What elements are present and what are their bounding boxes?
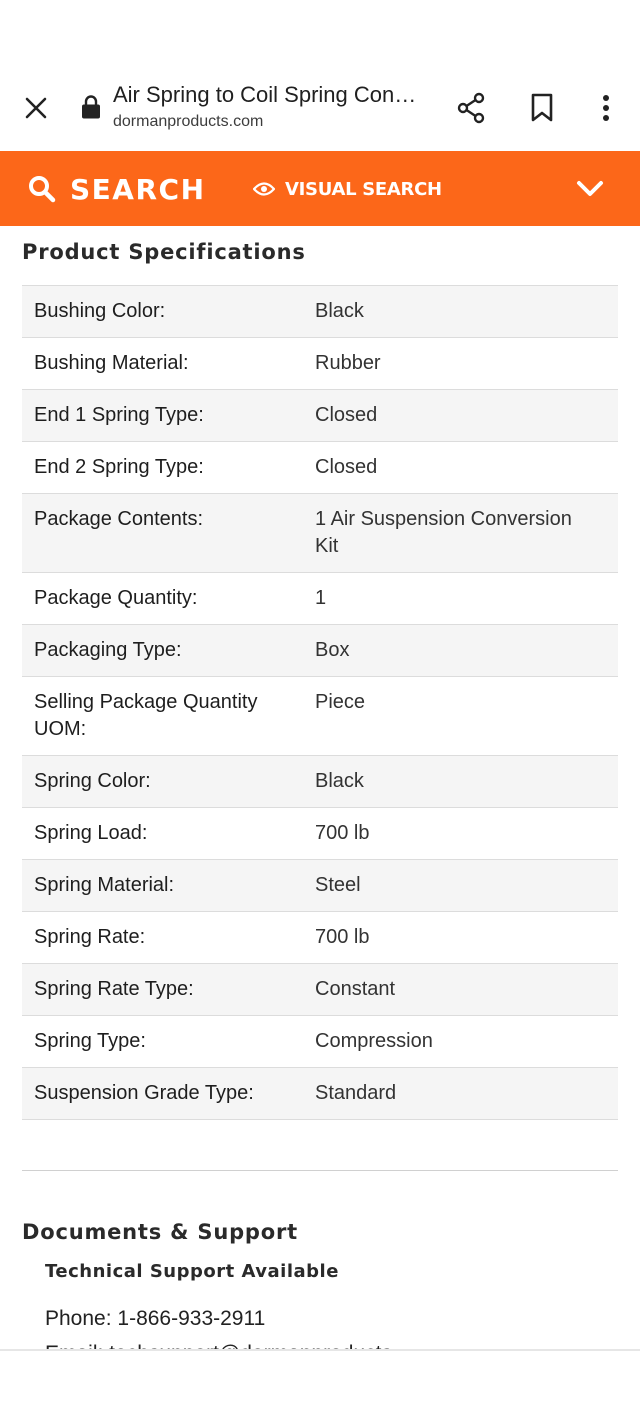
product-specifications-heading: Product Specifications — [22, 240, 306, 264]
spec-row: Package Quantity: 1 — [22, 573, 618, 625]
spec-row: End 2 Spring Type: Closed — [22, 442, 618, 494]
spec-row: Spring Rate Type: Constant — [22, 964, 618, 1016]
spec-label: Bushing Color: — [34, 300, 166, 322]
spec-row: Bushing Material: Rubber — [22, 338, 618, 390]
spec-row: Package Contents: 1 Air Suspension Conver… — [22, 494, 618, 573]
more-vert-icon — [603, 95, 609, 121]
spec-label: Selling Package Quantity UOM: — [34, 691, 258, 740]
share-icon — [457, 92, 485, 124]
spec-row: Packaging Type: Box — [22, 625, 618, 677]
visual-search-button[interactable]: VISUAL SEARCH — [253, 171, 442, 207]
chevron-down-icon — [577, 181, 603, 196]
documents-support-heading: Documents & Support — [22, 1220, 298, 1244]
close-tab-button[interactable] — [18, 90, 54, 126]
share-button[interactable] — [452, 88, 490, 128]
spec-value: Black — [315, 770, 364, 792]
site-search-bar: SEARCH VISUAL SEARCH — [0, 151, 640, 226]
spec-label: Spring Type: — [34, 1030, 146, 1052]
spec-value: Steel — [315, 874, 361, 896]
spec-row: End 1 Spring Type: Closed — [22, 390, 618, 442]
spec-value: Standard — [315, 1082, 397, 1104]
section-divider — [22, 1170, 618, 1171]
more-options-button[interactable] — [590, 88, 622, 128]
spec-row: Spring Color: Black — [22, 756, 618, 808]
spec-value: Closed — [315, 456, 378, 478]
spec-value: Closed — [315, 404, 378, 426]
spec-row: Spring Load: 700 lb — [22, 808, 618, 860]
spec-value: 1 — [315, 587, 327, 609]
eye-icon — [253, 182, 275, 196]
spec-label: Suspension Grade Type: — [34, 1082, 254, 1104]
spec-row: Spring Rate: 700 lb — [22, 912, 618, 964]
technical-support-heading: Technical Support Available — [45, 1261, 339, 1282]
visual-search-label: VISUAL SEARCH — [285, 178, 442, 200]
spec-label: Spring Color: — [34, 770, 151, 792]
browser-toolbar: Air Spring to Coil Spring Con… dormanpro… — [0, 0, 640, 150]
support-phone[interactable]: Phone: 1-866-933-2911 — [45, 1307, 265, 1331]
spec-label: Package Quantity: — [34, 587, 198, 609]
page-domain[interactable]: dormanproducts.com — [113, 113, 263, 131]
spec-label: End 1 Spring Type: — [34, 404, 204, 426]
bookmark-icon — [531, 93, 553, 122]
search-label: SEARCH — [70, 172, 206, 206]
spec-label: Package Contents: — [34, 508, 203, 530]
spec-value: Piece — [315, 691, 366, 713]
search-button[interactable]: SEARCH — [28, 169, 206, 209]
spec-label: End 2 Spring Type: — [34, 456, 204, 478]
spec-label: Spring Rate Type: — [34, 978, 194, 1000]
bottom-overlay — [0, 1349, 640, 1424]
spec-value: Black — [315, 300, 364, 322]
spec-label: Spring Material: — [34, 874, 175, 896]
spec-value: Box — [315, 639, 350, 661]
spec-value: Rubber — [315, 352, 381, 374]
spec-value: Compression — [315, 1030, 433, 1052]
spec-value: 1 Air Suspension Conversion Kit — [315, 508, 572, 557]
spec-label: Spring Rate: — [34, 926, 146, 948]
spec-row: Suspension Grade Type: Standard — [22, 1068, 618, 1120]
spec-value: 700 lb — [315, 926, 370, 948]
spec-row: Bushing Color: Black — [22, 286, 618, 338]
page-title[interactable]: Air Spring to Coil Spring Con… — [113, 82, 423, 108]
spec-label: Spring Load: — [34, 822, 148, 844]
expand-search-button[interactable] — [570, 171, 610, 207]
search-icon — [29, 176, 56, 203]
spec-row: Spring Material: Steel — [22, 860, 618, 912]
spec-label: Bushing Material: — [34, 352, 189, 374]
bookmark-button[interactable] — [524, 88, 560, 128]
spec-value: Constant — [315, 978, 396, 1000]
spec-label: Packaging Type: — [34, 639, 182, 661]
close-icon — [25, 97, 47, 119]
spec-row: Selling Package Quantity UOM: Piece — [22, 677, 618, 756]
specifications-table: Bushing Color: Black Bushing Material: Rubb… — [22, 285, 618, 1120]
lock-icon — [82, 95, 100, 119]
spec-value: 700 lb — [315, 822, 370, 844]
spec-row: Spring Type: Compression — [22, 1016, 618, 1068]
